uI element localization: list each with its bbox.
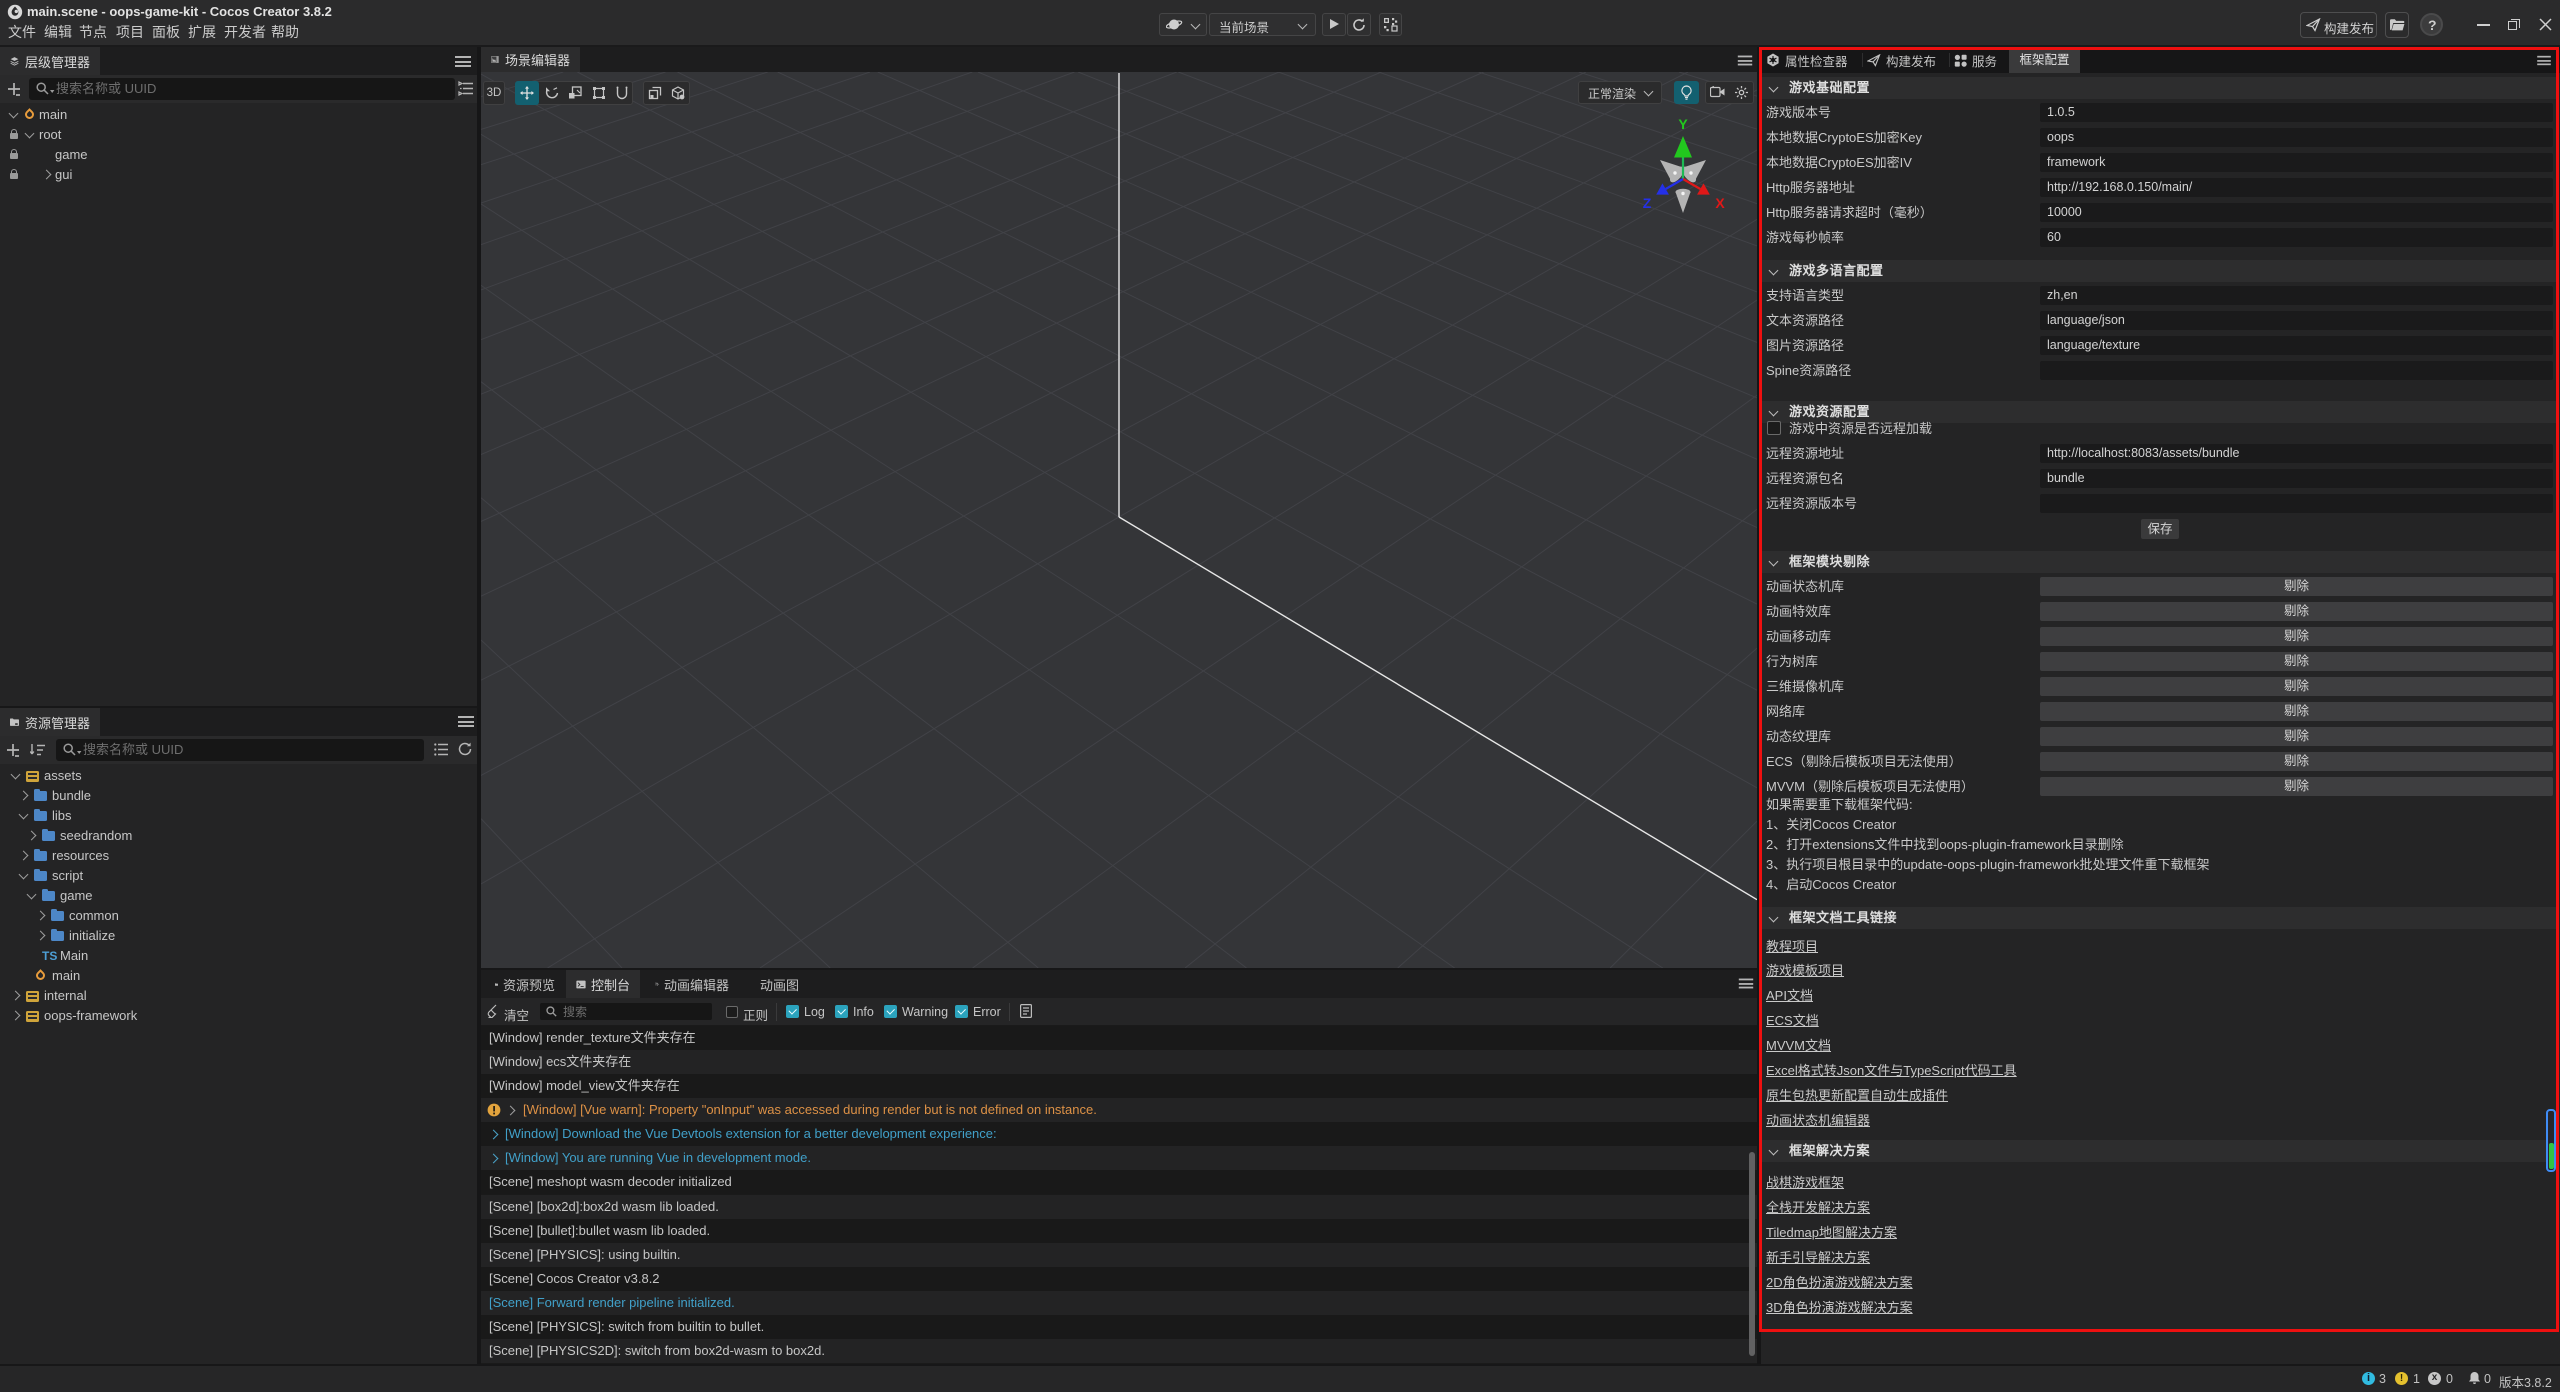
svg-text:Y: Y — [1678, 116, 1688, 132]
svg-text:Z: Z — [1643, 195, 1652, 211]
svg-text:X: X — [1715, 195, 1725, 211]
